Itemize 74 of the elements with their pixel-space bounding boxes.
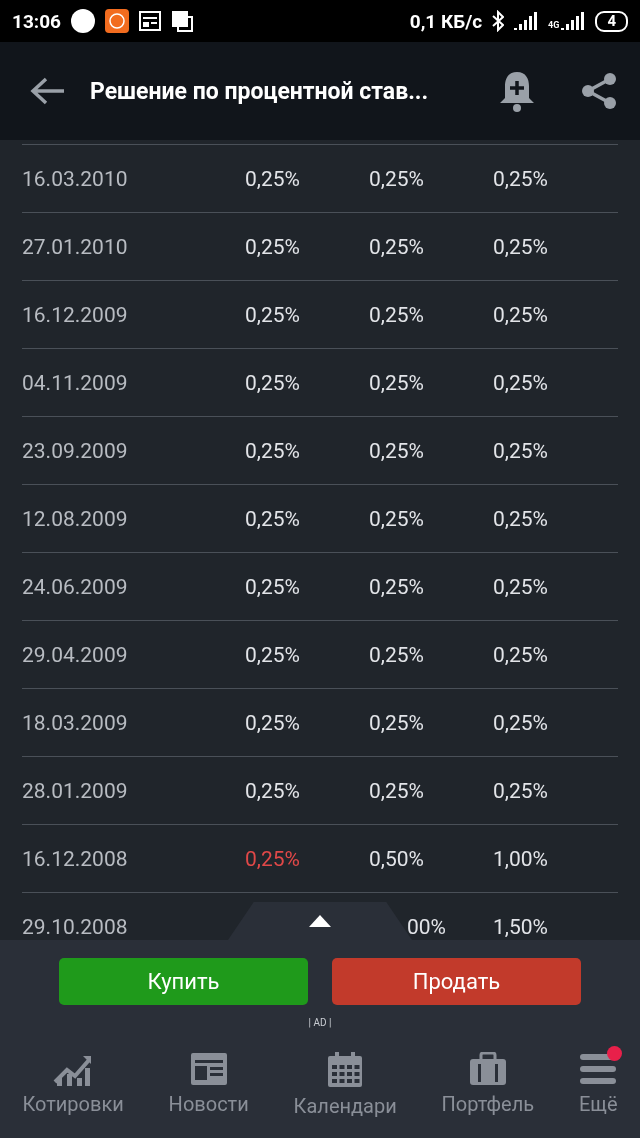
forecast-cell-text: 0,25% [369, 778, 425, 803]
page-title: Решение по процентной став... [90, 77, 430, 105]
buy-button[interactable]: Купить [59, 958, 308, 1005]
app-notification-icon [70, 9, 95, 33]
previous-cell-text: 0,25% [493, 506, 549, 531]
signal-icon [514, 12, 539, 30]
date-cell-text: 16.12.2008 [22, 846, 129, 871]
actual-cell-text: 0,25% [245, 506, 301, 531]
previous-cell-text: 0,25% [493, 574, 549, 599]
briefcase-icon [468, 1052, 507, 1086]
previous-cell-text: 0,25% [493, 778, 549, 803]
nav-tab[interactable]: Ещё [568, 1044, 628, 1118]
actual-cell-text: 0,25% [245, 642, 301, 667]
forecast-cell-text: 0,25% [369, 302, 425, 327]
date-cell-text: 12.08.2009 [22, 506, 129, 531]
forecast-cell-text: 0,25% [369, 642, 425, 667]
date-cell-text: 16.03.2010 [22, 166, 129, 191]
share-button[interactable] [580, 72, 618, 110]
date-cell-text: 18.03.2009 [22, 710, 129, 735]
network-type: 4G [548, 20, 560, 30]
date-cell-text: 29.04.2009 [22, 642, 129, 667]
previous-cell-text: 0,25% [493, 370, 549, 395]
previous-cell-text: 0,25% [493, 302, 549, 327]
nav-tab[interactable]: Портфель [431, 1044, 545, 1118]
previous-cell-text: 0,25% [493, 642, 549, 667]
forecast-cell-text: 00% [406, 914, 447, 939]
forecast-cell-text: 0,25% [369, 506, 425, 531]
forecast-cell-text: 0,25% [369, 710, 425, 735]
forecast-cell-text: 0,25% [369, 166, 425, 191]
actual-cell-text: 0,25% [245, 370, 301, 395]
actual-cell-text: 0,25% [245, 234, 301, 259]
actual-cell-text: 0,25% [245, 166, 301, 191]
actual-cell-text: 0,25% [245, 846, 301, 871]
nav-tab[interactable]: Календари [283, 1044, 407, 1118]
calendar-icon [327, 1052, 364, 1088]
date-cell-text: 27.01.2010 [22, 234, 129, 259]
previous-cell-text: 0,25% [493, 166, 549, 191]
caret-icon [309, 915, 331, 927]
previous-cell-text: 1,50% [493, 914, 549, 939]
previous-cell-text: 0,25% [493, 234, 549, 259]
bluetooth-icon [492, 10, 505, 32]
date-cell-text: 28.01.2009 [22, 778, 129, 803]
previous-cell-text: 1,00% [493, 846, 549, 871]
network-speed: 0,1 КБ/с [409, 9, 483, 33]
status-time: 13:06 [12, 9, 61, 33]
newspaper-icon [189, 1052, 228, 1086]
ad-label: | AD | [308, 1017, 332, 1028]
app-notification-icon [104, 9, 129, 33]
actual-cell-text: 0,25% [245, 574, 301, 599]
sell-button[interactable]: Продать [332, 958, 581, 1005]
previous-cell-text: 0,25% [493, 710, 549, 735]
forecast-cell-text: 0,25% [369, 234, 425, 259]
forecast-cell-text: 0,50% [369, 846, 425, 871]
newspaper-icon [138, 11, 161, 31]
forecast-cell-text: 0,25% [369, 574, 425, 599]
forecast-cell-text: 0,25% [369, 370, 425, 395]
date-cell-text: 29.10.2008 [22, 914, 129, 939]
actual-cell-text: 0,25% [245, 438, 301, 463]
date-cell-text: 23.09.2009 [22, 438, 129, 463]
battery-indicator: 4 [595, 10, 628, 32]
date-cell-text: 24.06.2009 [22, 574, 129, 599]
forecast-cell-text: 0,25% [369, 438, 425, 463]
signal-icon [561, 12, 586, 30]
nav-tab[interactable]: Новости [158, 1044, 259, 1118]
previous-cell-text: 0,25% [493, 438, 549, 463]
actual-cell-text: 0,25% [245, 710, 301, 735]
nav-tab[interactable]: Котировки [12, 1044, 134, 1118]
add-alert-button[interactable] [498, 70, 536, 112]
actual-cell-text: 0,25% [245, 302, 301, 327]
actual-cell-text: 0,25% [245, 778, 301, 803]
date-cell-text: 04.11.2009 [22, 370, 129, 395]
back-button[interactable] [30, 76, 66, 106]
date-cell-text: 16.12.2009 [22, 302, 129, 327]
menu-icon [580, 1052, 617, 1086]
